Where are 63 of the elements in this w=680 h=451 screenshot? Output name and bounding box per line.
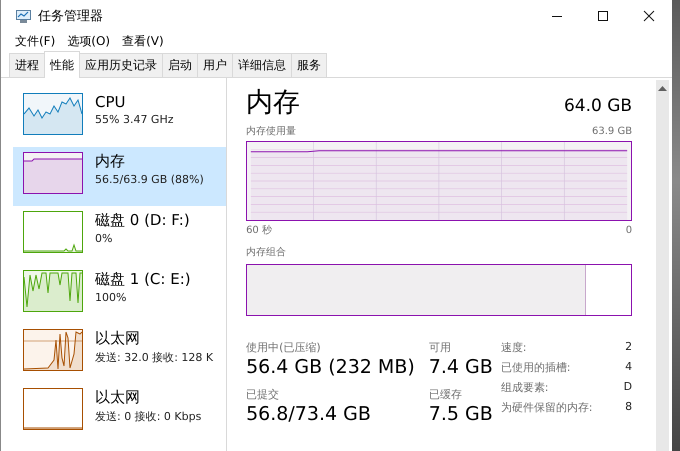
device-usage: 55% 3.47 GHz — [95, 113, 174, 126]
stat-value: 56.8/73.4 GB — [246, 402, 372, 426]
usage-graph — [23, 329, 83, 371]
sidebar-item[interactable]: 内存 56.5/63.9 GB (88%) — [13, 147, 226, 206]
close-icon — [643, 10, 655, 22]
device-name: 以太网 — [95, 329, 141, 348]
sidebar-item[interactable]: 磁盘 1 (C: E:) 100% — [13, 265, 226, 324]
device-usage: 0% — [95, 232, 114, 245]
detail-value: 2 — [624, 340, 632, 355]
device-name: 以太网 — [95, 388, 141, 407]
detail-label: 速度: — [500, 340, 528, 355]
detail-label: 组成要素: — [500, 380, 550, 395]
device-name: 内存 — [95, 152, 126, 171]
tab[interactable]: 用户 — [197, 53, 233, 77]
section-label: 内存组合 — [246, 246, 288, 259]
detail-value: D — [622, 380, 632, 395]
detail-value: 8 — [624, 400, 632, 415]
device-name: 磁盘 0 (D: F:) — [95, 211, 190, 230]
stat-label: 使用中(已压缩) — [246, 340, 322, 355]
window-title: 任务管理器 — [38, 8, 104, 25]
menu-item[interactable]: 选项(O) — [61, 32, 116, 50]
axis-max-label: 63.9 GB — [592, 126, 632, 137]
stat-label: 已提交 — [246, 387, 280, 402]
usage-graph — [23, 93, 83, 135]
sidebar-item[interactable]: 磁盘 0 (D: F:) 0% — [13, 206, 226, 265]
usage-graph — [23, 270, 83, 312]
stat-value: 7.5 GB — [428, 402, 493, 426]
panel-title: 内存 — [246, 86, 300, 120]
maximize-icon — [597, 10, 609, 22]
stat-value: 7.4 GB — [428, 355, 493, 379]
device-usage: 发送: 32.0 接收: 128 K — [95, 350, 214, 365]
tab[interactable]: 性能 — [44, 51, 80, 78]
usage-graph — [23, 152, 83, 194]
sidebar-item[interactable]: 以太网 发送: 32.0 接收: 128 K — [13, 324, 226, 383]
device-name: CPU — [95, 93, 126, 111]
device-usage: 56.5/63.9 GB (88%) — [95, 173, 204, 186]
usage-graph — [23, 388, 83, 430]
tab[interactable]: 服务 — [291, 53, 327, 77]
tab[interactable]: 应用历史记录 — [79, 53, 163, 77]
tab[interactable]: 启动 — [162, 53, 198, 77]
scroll-up-icon[interactable] — [658, 85, 668, 91]
tab[interactable]: 详细信息 — [232, 53, 292, 77]
scrollbar[interactable] — [656, 80, 669, 451]
detail-value: 4 — [624, 360, 632, 375]
device-usage: 100% — [95, 291, 128, 304]
sidebar-item[interactable]: CPU 55% 3.47 GHz — [13, 88, 226, 147]
menu-item[interactable]: 查看(V) — [116, 32, 170, 50]
total-memory: 64.0 GB — [564, 96, 632, 116]
device-name: 磁盘 1 (C: E:) — [95, 270, 191, 289]
menu-item[interactable]: 文件(F) — [9, 32, 62, 50]
detail-label: 已使用的插槽: — [500, 360, 572, 375]
usage-graph — [23, 211, 83, 253]
axis-zero-label: 0 — [626, 225, 632, 236]
stat-value: 56.4 GB (232 MB) — [246, 355, 415, 379]
monitor-graph-icon — [15, 8, 32, 24]
stat-label: 可用 — [428, 340, 452, 355]
stat-label: 已缓存 — [428, 387, 463, 402]
detail-label: 为硬件保留的内存: — [500, 400, 594, 415]
axis-time-label: 60 秒 — [246, 224, 272, 237]
device-usage: 发送: 0 接收: 0 Kbps — [95, 409, 202, 424]
chart-label: 内存使用量 — [246, 124, 296, 138]
tab[interactable]: 进程 — [9, 53, 45, 77]
sidebar-item[interactable]: 以太网 发送: 0 接收: 0 Kbps — [13, 383, 226, 442]
